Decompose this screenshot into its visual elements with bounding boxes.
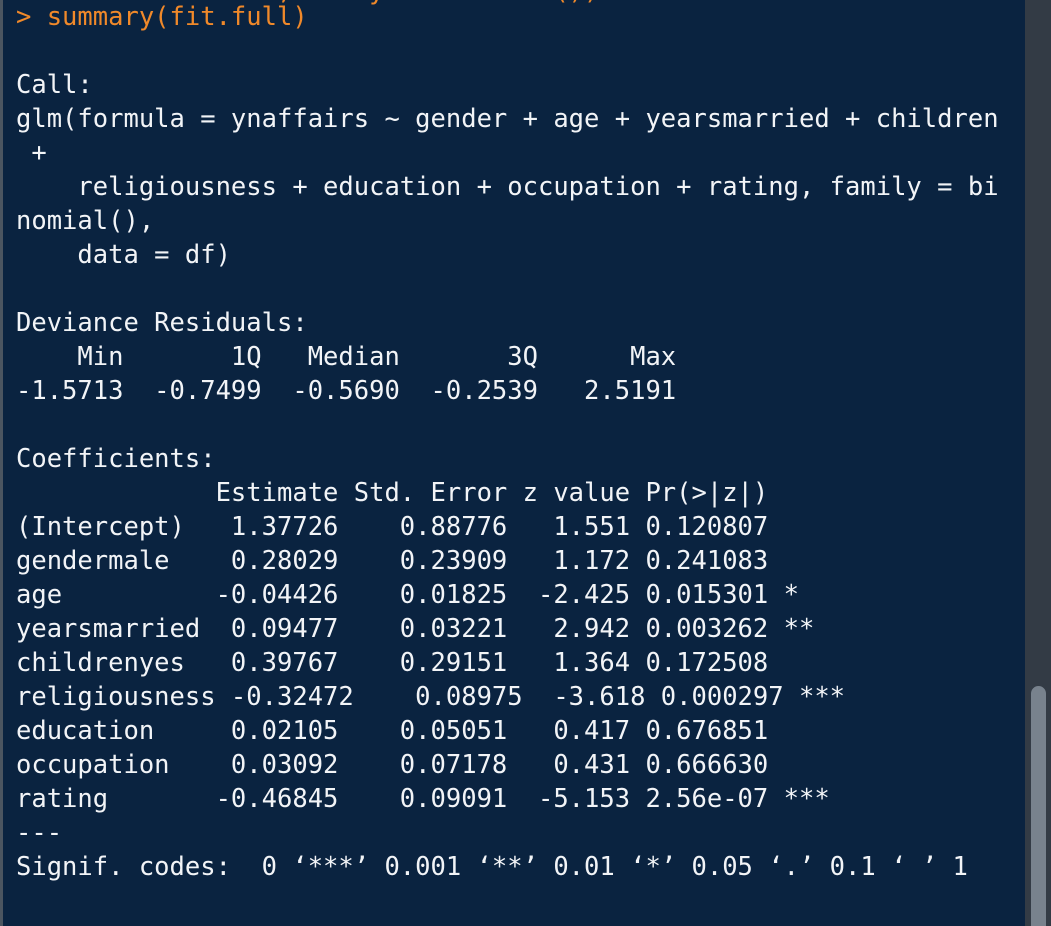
console-output-pane[interactable]: data=df,family = binomial()) > summary(f… (3, 0, 1025, 926)
scrollbar-thumb[interactable] (1031, 686, 1046, 926)
call-line-5: data = df) (16, 240, 231, 270)
call-line-2: + (16, 138, 47, 168)
coefficients-header-row: Estimate Std. Error z value Pr(>|z|) (16, 478, 830, 508)
significance-codes-line: Signif. codes: 0 ‘***’ 0.001 ‘**’ 0.01 ‘… (16, 852, 968, 882)
prompt-line-summary[interactable]: > summary(fit.full) (3, 0, 1025, 34)
blank-line-2 (3, 272, 1025, 306)
deviance-residuals-header-row: Min 1Q Median 3Q Max (16, 342, 707, 372)
deviance-residuals-value-row: -1.5713 -0.7499 -0.5690 -0.2539 2.5191 (16, 376, 707, 406)
blank-line-1 (3, 34, 1025, 68)
coefficients-separator: --- (16, 818, 63, 848)
r-console-window: data=df,family = binomial()) > summary(f… (0, 0, 1051, 926)
coefficient-row-gendermale: gendermale 0.28029 0.23909 1.172 0.24108… (16, 546, 830, 576)
coefficient-row-yearsmarried: yearsmarried 0.09477 0.03221 2.942 0.003… (16, 614, 830, 644)
call-line-4: nomial(), (16, 206, 155, 236)
console-text: > summary(fit.full) Call: glm(formula = yn… (3, 0, 1025, 884)
coefficients-heading: Coefficients: (16, 444, 216, 474)
call-line-1: glm(formula = ynaffairs ~ gender + age +… (16, 104, 999, 134)
coefficient-row-intercept: (Intercept) 1.37726 0.88776 1.551 0.1208… (16, 512, 830, 542)
coefficient-row-rating: rating -0.46845 0.09091 -5.153 2.56e-07 … (16, 784, 830, 814)
coefficient-row-religiousness: religiousness -0.32472 0.08975 -3.618 0.… (16, 682, 846, 712)
coefficient-row-childrenyes: childrenyes 0.39767 0.29151 1.364 0.1725… (16, 648, 830, 678)
deviance-residuals-heading: Deviance Residuals: (16, 308, 308, 338)
call-line-3: religiousness + education + occupation +… (16, 172, 999, 202)
vertical-scrollbar[interactable] (1025, 0, 1051, 926)
blank-line-3 (3, 408, 1025, 442)
call-heading: Call: (16, 70, 93, 100)
coefficient-row-education: education 0.02105 0.05051 0.417 0.676851 (16, 716, 830, 746)
coefficient-row-occupation: occupation 0.03092 0.07178 0.431 0.66663… (16, 750, 830, 780)
coefficient-row-age: age -0.04426 0.01825 -2.425 0.015301 * (16, 580, 830, 610)
